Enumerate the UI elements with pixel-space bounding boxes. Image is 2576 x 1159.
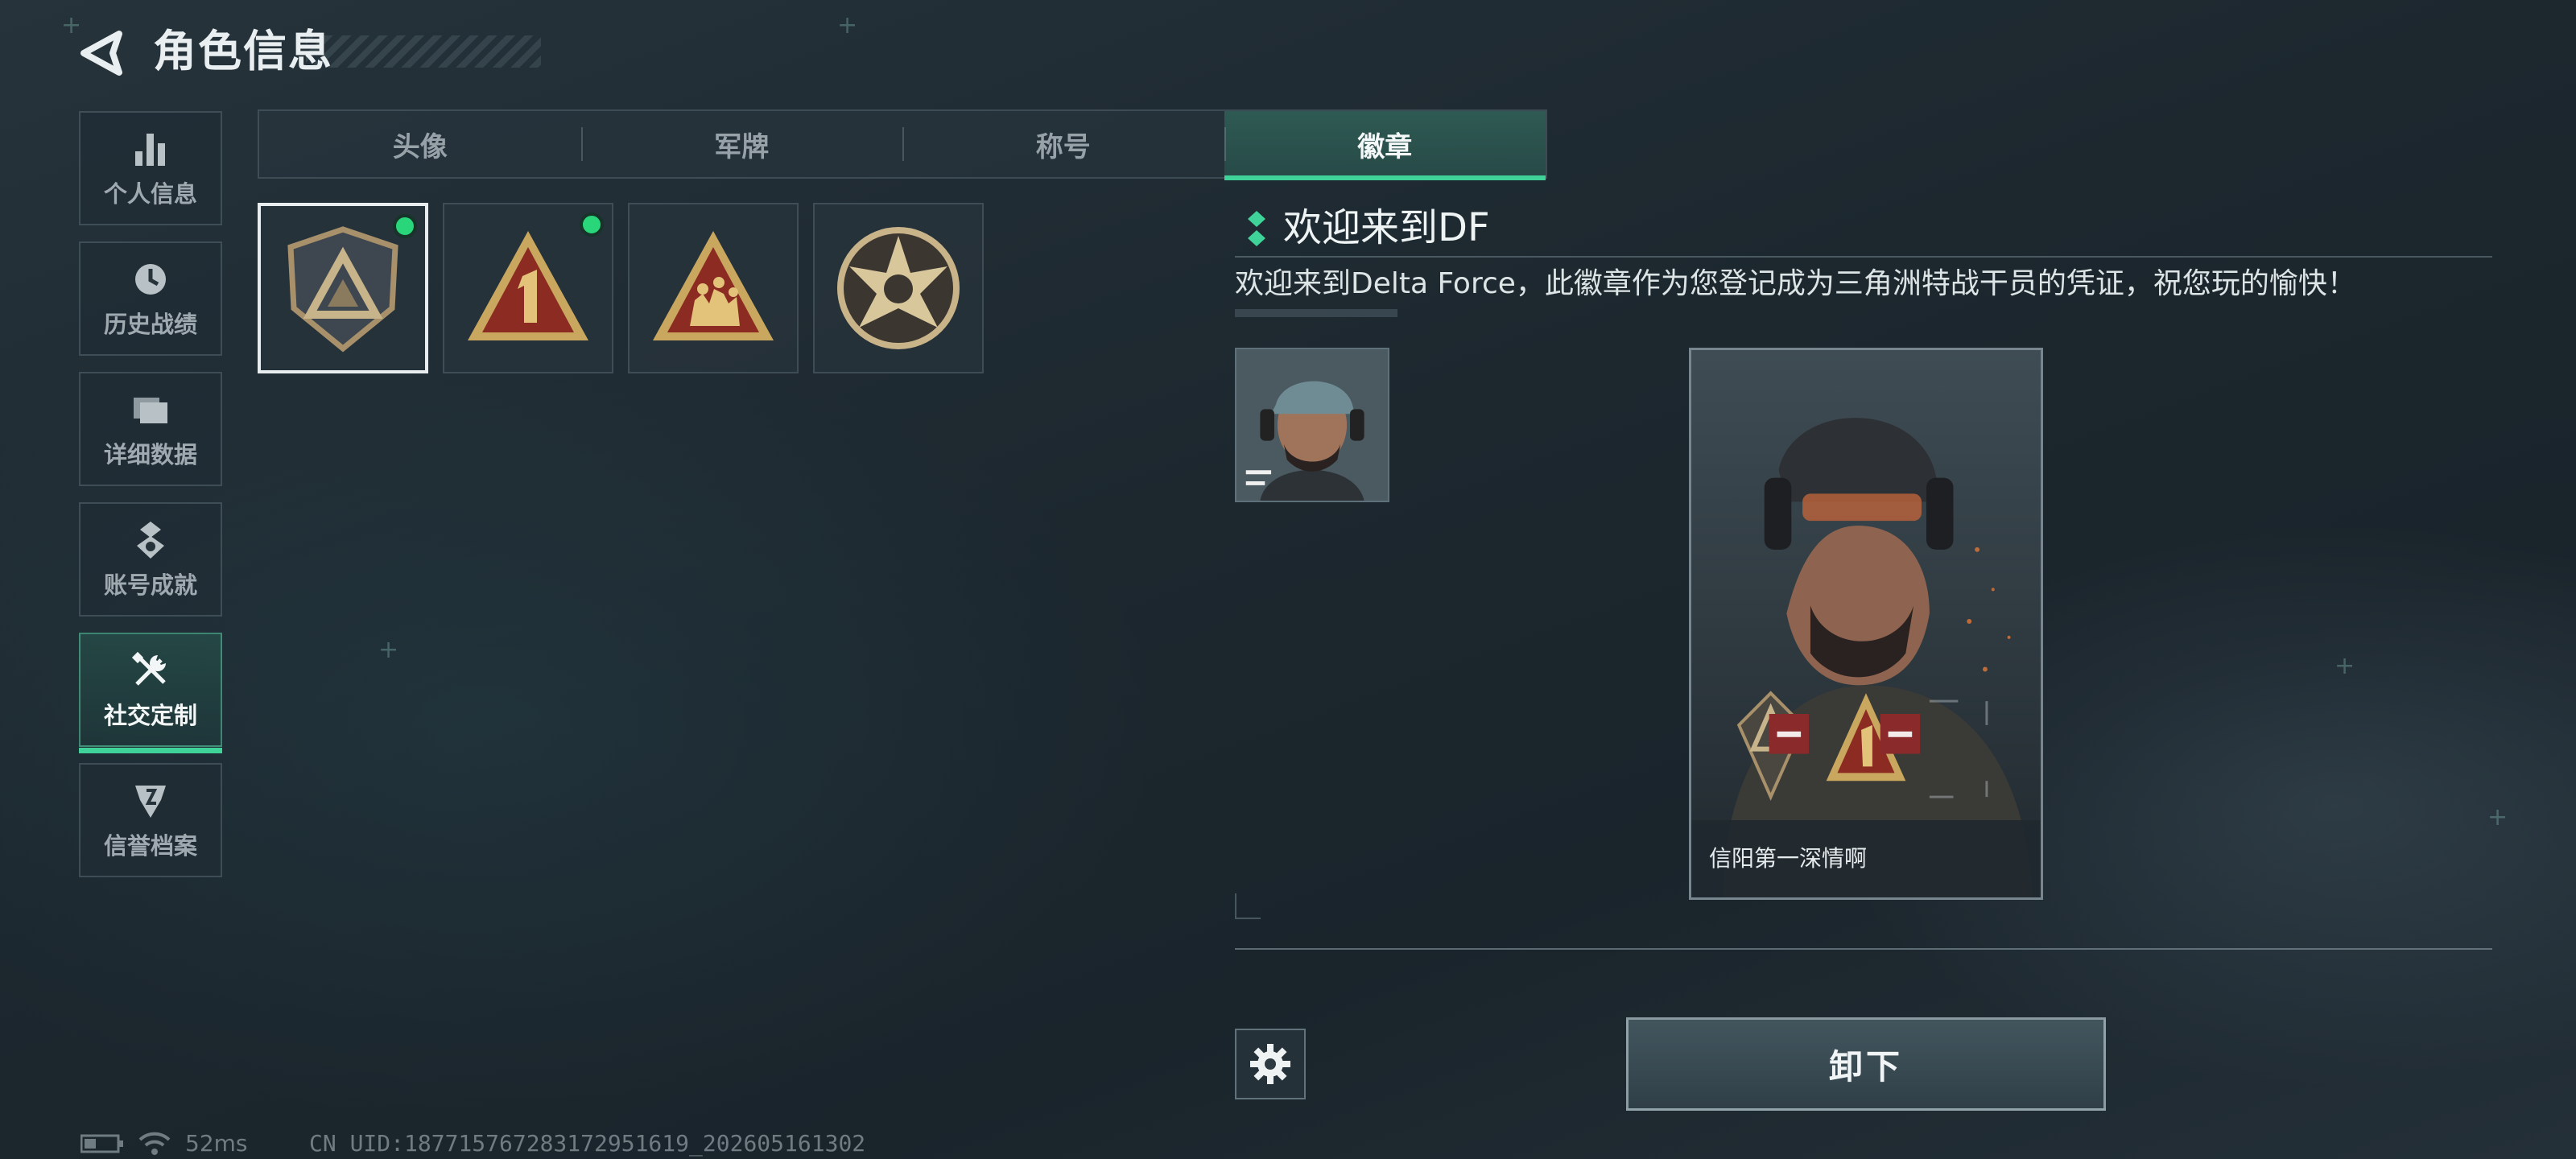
status-bar: 52ms [80,1130,248,1157]
back-button[interactable] [77,29,129,77]
player-name: 信阳第一深情啊 [1709,845,1868,872]
tab-avatar[interactable]: 头像 [259,111,581,177]
unequip-button[interactable]: 卸下 [1626,1017,2106,1111]
clock-icon [135,264,166,295]
badge-slot[interactable] [628,203,799,373]
sidebar-item-history[interactable]: 历史战绩 [79,241,222,356]
sidebar-item-label: 个人信息 [103,180,197,208]
sidebar-item-reputation[interactable]: 信誉档案 [79,763,222,877]
battery-icon [80,1134,123,1153]
sidebar-item-label: 详细数据 [103,441,197,468]
sidebar-item-label: 历史战绩 [103,311,197,338]
badge-grid [258,203,984,373]
sidebar: 个人信息 历史战绩 详细数据 账号成就 社交定制 信誉档案 [79,111,225,893]
badge-slot[interactable] [443,203,613,373]
divider [1235,948,2492,950]
equipped-indicator [580,212,604,237]
bg-crosshair: + [837,11,858,39]
number-one-badge-icon [468,231,588,340]
player-card-art [1691,350,2041,897]
badge-title: 欢迎来到DF [1283,205,1490,250]
user-uid: CN UID:18771576728317295161​9_2026051613… [309,1130,866,1157]
wifi-icon [138,1132,171,1155]
gear-icon [1250,1044,1290,1084]
page-title: 角色信息 [153,26,333,76]
equipped-indicator [393,214,417,238]
sidebar-item-label: 信誉档案 [103,832,197,860]
bg-crosshair: + [378,636,399,664]
badge-slot[interactable] [813,203,984,373]
diamond-marker-icon [1248,211,1265,246]
sidebar-item-social-custom[interactable]: 社交定制 [79,633,222,753]
bg-crosshair: + [2334,652,2355,680]
squad-badge-icon [653,231,774,340]
star-badge-icon [837,227,960,349]
shield-badge-icon [135,786,166,818]
bar-chart-icon [135,134,165,166]
sidebar-item-personal-info[interactable]: 个人信息 [79,111,222,225]
operator-portrait-icon [1236,349,1388,501]
sidebar-item-detailed-data[interactable]: 详细数据 [79,372,222,486]
tools-icon [131,651,166,686]
medal-icon [137,522,164,559]
tab-title[interactable]: 称号 [902,111,1224,177]
sidebar-item-label: 账号成就 [103,571,197,599]
sidebar-item-achievements[interactable]: 账号成就 [79,502,222,617]
bg-crosshair: + [2487,803,2508,831]
description-underline [1235,309,1397,317]
category-tabs: 头像 军牌 称号 徽章 [258,109,1547,180]
title-decoration [306,35,541,68]
tab-badge[interactable]: 徽章 [1224,111,1546,180]
ping-value: 52ms [185,1130,248,1157]
operator-avatar[interactable] [1235,348,1389,502]
divider [1235,256,2492,258]
frame-corner [1235,893,1261,919]
settings-button[interactable] [1235,1029,1306,1099]
badge-slot[interactable] [258,203,428,373]
badge-description: 欢迎来到Delta Force，此徽章作为您登记成为三角洲特战干员的凭证，祝您玩… [1235,267,2356,300]
player-card: 信阳第一深情啊 [1689,348,2043,900]
back-arrow-icon [80,31,122,76]
shield-delta-badge-icon [287,226,398,353]
folder-icon [134,398,167,423]
sidebar-item-label: 社交定制 [103,702,197,729]
tab-dogtag[interactable]: 军牌 [580,111,903,177]
